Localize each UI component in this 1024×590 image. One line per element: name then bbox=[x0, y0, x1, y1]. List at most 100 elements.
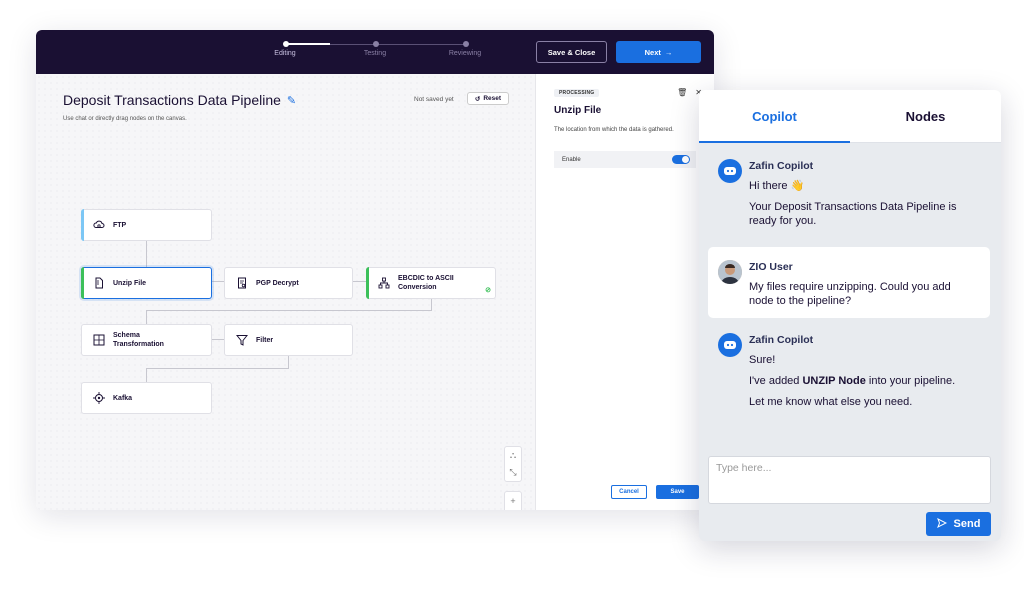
layout-controls: ⛬ ⤡ bbox=[504, 446, 522, 482]
reset-button[interactable]: ↺ Reset bbox=[467, 92, 509, 105]
chat-message: Zafin Copilot Sure! I've added UNZIP Nod… bbox=[708, 320, 990, 416]
node-label: Unzip File bbox=[113, 279, 147, 287]
copilot-tabs: Copilot Nodes bbox=[699, 90, 1001, 143]
panel-description: The location from which the data is gath… bbox=[554, 127, 674, 133]
connector bbox=[146, 240, 147, 267]
step-label-testing[interactable]: Testing bbox=[345, 50, 405, 57]
connector bbox=[353, 281, 366, 282]
step-dot-testing bbox=[373, 41, 379, 47]
node-label: PGP Decrypt bbox=[256, 279, 299, 287]
connector bbox=[146, 368, 147, 383]
save-status: Not saved yet bbox=[414, 96, 454, 103]
node-unzip-file[interactable]: Unzip File bbox=[81, 267, 212, 299]
zoom-controls: + − bbox=[504, 491, 522, 510]
zoom-in-icon[interactable]: + bbox=[510, 496, 515, 506]
send-icon bbox=[936, 517, 947, 531]
step-label-reviewing[interactable]: Reviewing bbox=[435, 50, 495, 57]
enable-toggle[interactable] bbox=[672, 155, 690, 164]
node-accent-bar bbox=[366, 267, 369, 299]
node-accent-bar bbox=[81, 267, 84, 299]
message-text-part: I've added bbox=[749, 375, 800, 387]
message-text: My files require unzipping. Could you ad… bbox=[749, 281, 951, 307]
message-text: I've added UNZIP Node into your pipeline… bbox=[749, 374, 978, 388]
connect-icon[interactable]: ⤡ bbox=[509, 467, 516, 478]
pipeline-editor-window: Editing Testing Reviewing Save & Close N… bbox=[36, 30, 714, 510]
save-close-button[interactable]: Save & Close bbox=[536, 41, 607, 63]
message-sender: Zafin Copilot bbox=[749, 334, 814, 346]
send-button[interactable]: Send bbox=[926, 512, 991, 536]
connector bbox=[146, 368, 289, 369]
message-highlight: UNZIP Node bbox=[802, 375, 866, 387]
message-text: Your Deposit Transactions Data Pipeline … bbox=[749, 201, 957, 227]
pipeline-title-text: Deposit Transactions Data Pipeline bbox=[63, 92, 281, 108]
document-lock-icon bbox=[236, 277, 248, 289]
trash-icon[interactable]: 🗑 bbox=[677, 88, 687, 97]
message-sender: Zafin Copilot bbox=[749, 160, 814, 172]
auto-layout-icon[interactable]: ⛬ bbox=[510, 450, 516, 461]
node-filter[interactable]: Filter bbox=[224, 324, 353, 356]
panel-title: Unzip File bbox=[554, 105, 602, 116]
send-label: Send bbox=[953, 518, 981, 530]
node-ebcdic-ascii[interactable]: EBCDIC to ASCII Conversion ⊘ bbox=[366, 267, 496, 299]
tab-nodes[interactable]: Nodes bbox=[850, 90, 1001, 142]
message-text: Hi there 👋 bbox=[749, 180, 805, 192]
check-circle-icon: ⊘ bbox=[485, 287, 491, 294]
connector bbox=[146, 310, 147, 325]
node-accent-bar bbox=[81, 209, 84, 241]
connector bbox=[212, 339, 224, 340]
top-bar: Editing Testing Reviewing Save & Close N… bbox=[36, 30, 714, 74]
node-label: EBCDIC to ASCII Conversion bbox=[398, 275, 454, 291]
filter-icon bbox=[236, 334, 248, 346]
copilot-window: Copilot Nodes Zafin Copilot Hi there 👋 Y… bbox=[699, 90, 1001, 541]
enable-label: Enable bbox=[562, 156, 581, 163]
pipeline-canvas[interactable]: Deposit Transactions Data Pipeline ✎ Use… bbox=[36, 74, 535, 510]
message-text-part: into your pipeline. bbox=[868, 375, 956, 387]
tab-copilot[interactable]: Copilot bbox=[699, 90, 850, 143]
progress-stepper: Editing Testing Reviewing bbox=[274, 41, 481, 61]
step-line bbox=[375, 44, 465, 45]
arrow-right-icon: → bbox=[664, 47, 673, 57]
pipeline-subtitle: Use chat or directly drag nodes on the c… bbox=[63, 116, 187, 122]
node-label: Schema Transformation bbox=[113, 332, 164, 348]
message-sender: ZIO User bbox=[749, 261, 793, 273]
edit-pencil-icon[interactable]: ✎ bbox=[287, 94, 296, 107]
bot-avatar-icon bbox=[718, 159, 742, 183]
node-pgp-decrypt[interactable]: PGP Decrypt bbox=[224, 267, 353, 299]
connector bbox=[431, 298, 432, 310]
connector bbox=[288, 356, 289, 368]
grid-icon bbox=[93, 334, 105, 346]
cancel-button[interactable]: Cancel bbox=[611, 485, 647, 499]
step-label-editing[interactable]: Editing bbox=[255, 50, 315, 57]
step-line bbox=[330, 44, 375, 45]
node-settings-panel: PROCESSING 🗑 ✕ Unzip File The location f… bbox=[535, 74, 714, 510]
step-dot-reviewing bbox=[463, 41, 469, 47]
chat-message-user: ZIO User My files require unzipping. Cou… bbox=[708, 247, 990, 318]
step-line-done bbox=[287, 43, 330, 45]
connector bbox=[212, 281, 224, 282]
next-label: Next bbox=[644, 47, 661, 57]
cloud-icon bbox=[93, 219, 105, 231]
pipeline-title: Deposit Transactions Data Pipeline ✎ bbox=[63, 92, 296, 108]
node-label: Kafka bbox=[113, 394, 133, 402]
category-badge: PROCESSING bbox=[554, 89, 600, 97]
target-icon bbox=[93, 392, 105, 404]
message-text: Sure! bbox=[749, 354, 776, 366]
next-button[interactable]: Next → bbox=[616, 41, 701, 63]
save-button[interactable]: Save bbox=[656, 485, 699, 499]
reset-icon: ↺ bbox=[474, 95, 481, 103]
chat-message: Zafin Copilot Hi there 👋 Your Deposit Tr… bbox=[708, 146, 990, 235]
hierarchy-icon bbox=[378, 277, 390, 289]
connector bbox=[146, 310, 432, 311]
node-label: FTP bbox=[113, 221, 127, 229]
enable-row: Enable bbox=[554, 151, 696, 168]
node-kafka[interactable]: Kafka bbox=[81, 382, 212, 414]
reset-label: Reset bbox=[483, 95, 502, 102]
message-text: Let me know what else you need. bbox=[749, 396, 913, 408]
step-dot-editing bbox=[283, 41, 289, 47]
bot-avatar-icon bbox=[718, 333, 742, 357]
node-schema-transformation[interactable]: Schema Transformation bbox=[81, 324, 212, 356]
node-ftp[interactable]: FTP bbox=[81, 209, 212, 241]
user-avatar bbox=[718, 260, 742, 284]
file-icon bbox=[93, 277, 105, 289]
chat-input[interactable]: Type here... bbox=[708, 456, 991, 504]
